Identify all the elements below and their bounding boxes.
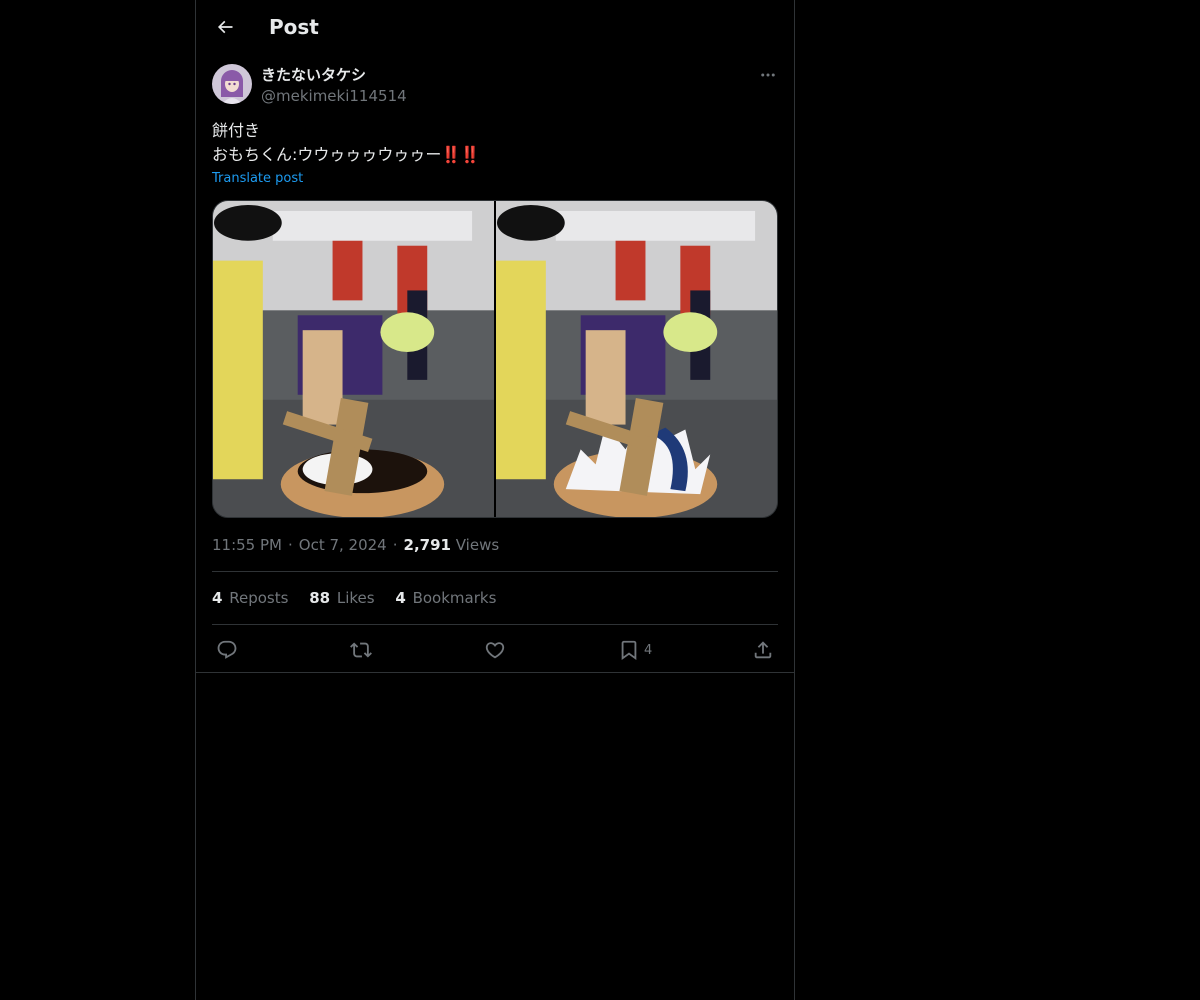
- more-horizontal-icon: [761, 73, 775, 77]
- post-image[interactable]: [213, 201, 494, 517]
- author-handle[interactable]: @mekimeki114514: [261, 86, 407, 106]
- views-count: 2,791: [403, 536, 451, 554]
- divider: [212, 571, 778, 572]
- post-actions: 4: [212, 636, 778, 664]
- avatar[interactable]: [212, 64, 252, 104]
- heart-icon: [485, 642, 505, 659]
- post-stats: 4 Reposts 88 Likes 4 Bookmarks: [212, 588, 512, 608]
- reposts-count: 4: [212, 589, 223, 607]
- repost-icon: [350, 642, 372, 658]
- translate-post-link[interactable]: Translate post: [212, 170, 303, 188]
- reply-icon: [217, 640, 237, 659]
- arrow-left-icon: [217, 20, 233, 34]
- likes-count: 88: [309, 589, 331, 607]
- double-exclamation-emoji: ‼️‼️: [441, 145, 480, 164]
- post-time[interactable]: 11:55 PM: [212, 536, 282, 554]
- views-label: Views: [455, 536, 500, 554]
- repost-button[interactable]: [350, 636, 372, 664]
- reposts-stat[interactable]: 4 Reposts: [212, 589, 288, 607]
- post-text-content: おもちくん:ウウゥゥゥウゥゥー: [212, 145, 442, 164]
- author-name[interactable]: きたないタケシ: [261, 65, 366, 85]
- bookmark-icon: [621, 640, 637, 661]
- post-detail-column: Post きたないタケシ @mekimeki114514 餅付き おもちくん:ウ…: [195, 0, 795, 1000]
- divider: [212, 624, 778, 625]
- post-text-line: 餅付き: [212, 121, 261, 140]
- bookmark-button[interactable]: 4: [618, 636, 652, 664]
- avatar-image: [212, 64, 252, 104]
- reposts-label: Reposts: [229, 589, 289, 607]
- post-meta: 11:55 PM · Oct 7, 2024 · 2,791 Views: [212, 535, 499, 555]
- post-text-line: おもちくん:ウウゥゥゥウゥゥー‼️‼️: [212, 143, 772, 167]
- bookmarks-count: 4: [395, 589, 406, 607]
- bookmarks-label: Bookmarks: [412, 589, 497, 607]
- post-image[interactable]: [496, 201, 777, 517]
- bookmarks-stat[interactable]: 4 Bookmarks: [395, 589, 496, 607]
- divider: [196, 672, 794, 673]
- meta-separator: ·: [287, 536, 293, 554]
- share-icon: [754, 641, 772, 659]
- likes-stat[interactable]: 88 Likes: [309, 589, 374, 607]
- share-button[interactable]: [752, 636, 774, 664]
- reply-button[interactable]: [216, 636, 238, 664]
- back-button[interactable]: [208, 10, 242, 44]
- bookmark-count: 4: [644, 642, 653, 658]
- more-button[interactable]: [756, 64, 780, 86]
- meta-separator: ·: [392, 536, 398, 554]
- post-text: 餅付き おもちくん:ウウゥゥゥウゥゥー‼️‼️: [212, 119, 772, 167]
- post-header: Post: [196, 0, 794, 54]
- likes-label: Likes: [336, 589, 375, 607]
- post-media: [212, 200, 778, 518]
- like-button[interactable]: [484, 636, 506, 664]
- post-date[interactable]: Oct 7, 2024: [299, 536, 387, 554]
- page-title: Post: [269, 15, 319, 39]
